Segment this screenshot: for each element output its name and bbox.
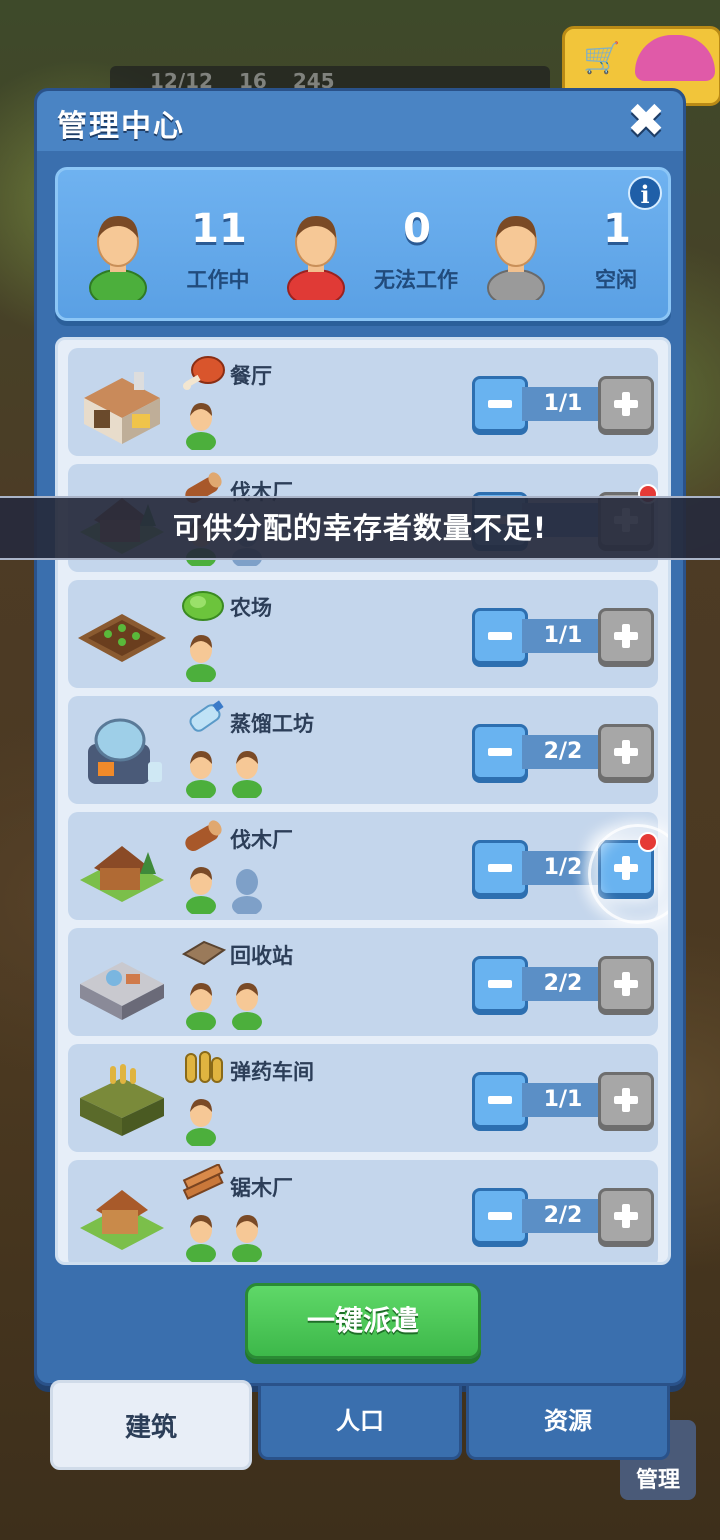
building-name: 伐木厂 <box>230 828 293 852</box>
add-worker-button[interactable] <box>598 956 654 1012</box>
building-row: 回收站 2/2 <box>68 928 658 1036</box>
worker-stepper: 1/2 <box>472 824 668 924</box>
sawmill-building-icon <box>80 1190 164 1250</box>
unable-count: 0 <box>403 206 431 252</box>
stat-idle: 1 空闲 <box>476 202 676 302</box>
distillery-building-icon <box>88 718 162 784</box>
worker-count: 2/2 <box>522 967 604 1001</box>
worker-stepper: 2/2 <box>472 956 654 1012</box>
green-worker-icon <box>186 751 216 798</box>
worker-slots <box>184 398 218 454</box>
worker-slots <box>184 978 264 1034</box>
worker-count: 1/1 <box>522 619 604 653</box>
building-name: 回收站 <box>230 944 293 968</box>
green-worker-icon <box>186 635 216 682</box>
building-row: 餐厅 1/1 <box>68 348 658 456</box>
panel-header: 管理中心 ✖ <box>37 91 683 151</box>
green-worker-icon <box>232 983 262 1030</box>
green-worker-icon <box>232 1215 262 1262</box>
tab-buildings[interactable]: 建筑 <box>50 1380 252 1470</box>
worker-slots <box>184 630 218 686</box>
building-name: 弹药车间 <box>230 1060 314 1084</box>
tab-population[interactable]: 人口 <box>258 1386 462 1460</box>
toast-message: 可供分配的幸存者数量不足! <box>0 496 720 560</box>
worker-stepper: 1/1 <box>472 376 654 432</box>
stat-working: 11 工作中 <box>78 202 278 302</box>
tab-resources[interactable]: 资源 <box>466 1386 670 1460</box>
worker-count: 2/2 <box>522 1199 604 1233</box>
population-summary: i 11 工作中 0 无法工作 1 空闲 <box>55 167 671 321</box>
close-icon[interactable]: ✖ <box>623 97 669 143</box>
cart-icon: 🛒 <box>583 41 621 76</box>
empty-slot-icon <box>232 869 262 914</box>
green-worker-icon <box>186 983 216 1030</box>
worker-count: 2/2 <box>522 735 604 769</box>
remove-worker-button[interactable] <box>472 956 528 1012</box>
planks-icon <box>182 1164 224 1200</box>
ammo-workshop-building-icon <box>80 1064 164 1136</box>
building-row: 蒸馏工坊 2/2 <box>68 696 658 804</box>
panel-title: 管理中心 <box>57 109 185 144</box>
remove-worker-button[interactable] <box>472 1188 528 1244</box>
worker-stepper: 1/1 <box>472 608 654 664</box>
worker-slots <box>184 862 264 918</box>
worker-count: 1/1 <box>522 1083 604 1117</box>
green-worker-icon <box>89 216 147 300</box>
add-worker-button[interactable] <box>598 1072 654 1128</box>
add-worker-button[interactable] <box>598 724 654 780</box>
ammo-icon <box>185 1051 223 1083</box>
building-list[interactable]: 餐厅 1/1 伐木厂 农场 1/1 蒸馏工坊 2/2 伐木厂 1/2 回收站 2… <box>55 337 671 1265</box>
red-worker-icon <box>287 216 345 300</box>
meat-icon <box>183 356 225 390</box>
worker-slots <box>184 746 264 802</box>
notification-dot <box>638 832 658 852</box>
building-row: 弹药车间 1/1 <box>68 1044 658 1152</box>
unable-label: 无法工作 <box>374 268 458 292</box>
recycling-station-building-icon <box>80 962 164 1020</box>
idle-label: 空闲 <box>595 268 637 292</box>
remove-worker-button[interactable] <box>472 840 528 896</box>
remove-worker-button[interactable] <box>472 724 528 780</box>
worker-slots <box>184 1210 264 1262</box>
worker-stepper: 2/2 <box>472 724 654 780</box>
lumber-mill-building-icon <box>80 846 164 902</box>
building-row: 农场 1/1 <box>68 580 658 688</box>
tutorial-highlight-ring <box>588 824 668 924</box>
worker-count: 1/1 <box>522 387 604 421</box>
restaurant-building-icon <box>84 372 160 444</box>
remove-worker-button[interactable] <box>472 608 528 664</box>
add-worker-button[interactable] <box>598 608 654 664</box>
building-name: 餐厅 <box>230 364 272 388</box>
working-count: 11 <box>191 206 247 252</box>
green-worker-icon <box>186 1099 216 1146</box>
idle-count: 1 <box>603 206 631 252</box>
green-worker-icon <box>232 751 262 798</box>
add-worker-button[interactable] <box>598 376 654 432</box>
worker-stepper: 2/2 <box>472 1188 654 1244</box>
green-worker-icon <box>186 867 216 914</box>
mushroom-icon <box>635 35 715 81</box>
scrap-icon <box>181 940 226 966</box>
gray-worker-icon <box>487 216 545 300</box>
auto-dispatch-button[interactable]: 一键派遣 <box>245 1283 481 1359</box>
working-label: 工作中 <box>186 268 250 292</box>
building-name: 蒸馏工坊 <box>230 712 314 736</box>
building-row: 伐木厂 1/2 <box>68 812 668 924</box>
lettuce-icon <box>182 591 224 621</box>
worker-slots <box>184 1094 218 1150</box>
remove-worker-button[interactable] <box>472 376 528 432</box>
worker-stepper: 1/1 <box>472 1072 654 1128</box>
add-worker-button[interactable] <box>598 1188 654 1244</box>
building-row: 锯木厂 2/2 <box>68 1160 658 1262</box>
farm-building-icon <box>78 614 166 662</box>
building-name: 锯木厂 <box>230 1176 293 1200</box>
green-worker-icon <box>186 1215 216 1262</box>
log-icon <box>185 820 222 851</box>
remove-worker-button[interactable] <box>472 1072 528 1128</box>
stat-unable: 0 无法工作 <box>276 202 476 302</box>
building-name: 农场 <box>230 596 272 620</box>
management-center-panel: 管理中心 ✖ i 11 工作中 0 无法工作 1 空闲 餐厅 1/1 伐木厂 农… <box>34 88 686 1386</box>
green-worker-icon <box>186 403 216 450</box>
water-bottle-icon <box>189 700 224 732</box>
